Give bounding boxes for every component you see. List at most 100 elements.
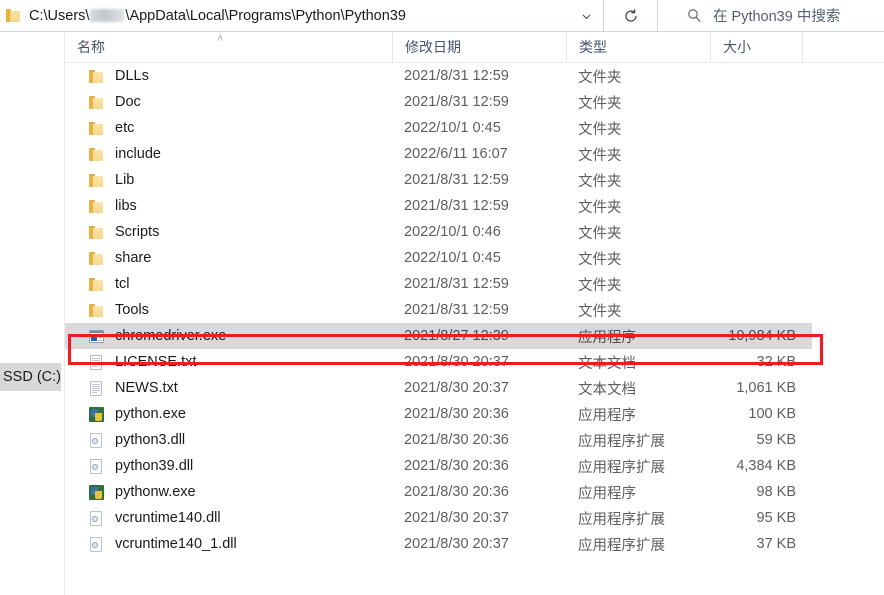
file-list-row[interactable]: tcl 2021/8/31 12:59 文件夹 [65, 271, 884, 297]
file-name-label: share [115, 250, 152, 266]
file-name-label: LICENSE.txt [115, 354, 197, 370]
file-date-cell: 2021/8/30 20:37 [404, 380, 509, 396]
file-date-cell: 2021/8/30 20:36 [404, 484, 509, 500]
file-date-cell: 2022/10/1 0:46 [404, 224, 501, 240]
refresh-icon [624, 8, 637, 22]
file-date-cell: 2021/8/31 12:59 [404, 198, 509, 214]
folder-icon [88, 302, 105, 319]
file-list-row[interactable]: DLLs 2021/8/31 12:59 文件夹 [65, 63, 884, 89]
folder-icon [88, 146, 105, 163]
file-date-cell: 2021/8/31 12:59 [404, 302, 509, 318]
address-bar[interactable]: C:\Users\ \AppData\Local\Programs\Python… [0, 0, 604, 32]
file-list-row[interactable]: NEWS.txt 2021/8/30 20:37 文本文档 1,061 KB [65, 375, 884, 401]
file-date-cell: 2022/6/11 16:07 [404, 146, 508, 162]
file-list-row[interactable]: Scripts 2022/10/1 0:46 文件夹 [65, 219, 884, 245]
file-date-cell: 2022/10/1 0:45 [404, 250, 501, 266]
file-name-label: python39.dll [115, 458, 194, 474]
file-name-label: DLLs [115, 68, 149, 84]
file-type-cell: 文件夹 [578, 95, 622, 112]
file-list-row[interactable]: etc 2022/10/1 0:45 文件夹 [65, 115, 884, 141]
folder-icon [6, 9, 20, 22]
column-header-size[interactable]: 大小 [710, 32, 802, 62]
column-header-row: 名称 ˄ 修改日期 类型 大小 [65, 32, 884, 63]
file-list-row[interactable]: python39.dll 2021/8/30 20:36 应用程序扩展 4,384 K… [65, 453, 884, 479]
column-header-date-label: 修改日期 [405, 39, 461, 55]
sidebar-item-ssd-c[interactable]: SSD (C:) [0, 363, 61, 391]
file-list-row[interactable]: Tools 2021/8/31 12:59 文件夹 [65, 297, 884, 323]
file-type-cell: 应用程序扩展 [578, 537, 665, 554]
file-name-cell: NEWS.txt [65, 380, 392, 397]
file-name-label: pythonw.exe [115, 484, 196, 500]
navigation-sidebar: SSD (C:) [0, 33, 65, 595]
file-list-row[interactable]: share 2022/10/1 0:45 文件夹 [65, 245, 884, 271]
file-type-cell: 应用程序扩展 [578, 433, 665, 450]
sidebar-item-label: SSD (C:) [3, 369, 61, 385]
file-name-cell: Tools [65, 302, 392, 319]
file-list-row[interactable]: python3.dll 2021/8/30 20:36 应用程序扩展 59 KB [65, 427, 884, 453]
file-name-label: etc [115, 120, 135, 136]
file-list-row[interactable]: LICENSE.txt 2021/8/30 20:37 文本文档 32 KB [65, 349, 884, 375]
file-list-row[interactable]: Lib 2021/8/31 12:59 文件夹 [65, 167, 884, 193]
file-name-cell: share [65, 250, 392, 267]
file-name-cell: Doc [65, 94, 392, 111]
file-type-cell: 文件夹 [578, 69, 622, 86]
file-name-cell: python3.dll [65, 432, 392, 449]
dll-icon [88, 458, 105, 475]
search-box[interactable]: 在 Python39 中搜索 [658, 0, 884, 32]
file-type-cell: 文件夹 [578, 303, 622, 320]
file-list-row[interactable]: vcruntime140_1.dll 2021/8/30 20:37 应用程序扩展 3… [65, 531, 884, 557]
file-name-cell: vcruntime140.dll [65, 510, 392, 527]
file-name-cell: tcl [65, 276, 392, 293]
file-date-cell: 2021/8/31 12:59 [404, 276, 509, 292]
file-date-cell: 2021/8/30 20:36 [404, 432, 509, 448]
file-type-cell: 文件夹 [578, 277, 622, 294]
file-size-cell: 4,384 KB [736, 458, 796, 474]
folder-icon [88, 250, 105, 267]
column-header-name[interactable]: 名称 ˄ [65, 32, 392, 62]
file-name-label: vcruntime140_1.dll [115, 536, 237, 552]
file-type-cell: 应用程序扩展 [578, 459, 665, 476]
file-name-cell: vcruntime140_1.dll [65, 536, 392, 553]
file-list-row[interactable]: chromedriver.exe 2021/8/27 12:39 应用程序 10,98… [65, 323, 812, 349]
dll-icon [88, 536, 105, 553]
file-type-cell: 应用程序 [578, 485, 636, 502]
file-size-cell: 98 KB [756, 484, 797, 500]
file-list-row[interactable]: Doc 2021/8/31 12:59 文件夹 [65, 89, 884, 115]
file-list-row[interactable]: vcruntime140.dll 2021/8/30 20:37 应用程序扩展 95 … [65, 505, 884, 531]
folder-icon [88, 120, 105, 137]
file-type-cell: 应用程序 [578, 407, 636, 424]
application-icon [88, 328, 105, 345]
file-date-cell: 2021/8/30 20:37 [404, 536, 509, 552]
file-date-cell: 2021/8/31 12:59 [404, 68, 509, 84]
file-list-row[interactable]: pythonw.exe 2021/8/30 20:36 应用程序 98 KB [65, 479, 884, 505]
explorer-toolbar: C:\Users\ \AppData\Local\Programs\Python… [0, 0, 884, 32]
file-name-label: python.exe [115, 406, 186, 422]
folder-icon [88, 198, 105, 215]
column-header-type[interactable]: 类型 [566, 32, 710, 62]
file-name-label: vcruntime140.dll [115, 510, 221, 526]
folder-icon [88, 94, 105, 111]
file-list-row[interactable]: include 2022/6/11 16:07 文件夹 [65, 141, 884, 167]
column-header-type-label: 类型 [579, 39, 607, 55]
file-name-cell: etc [65, 120, 392, 137]
chevron-down-icon[interactable] [580, 0, 593, 32]
python-icon [88, 406, 105, 423]
file-name-cell: LICENSE.txt [65, 354, 392, 371]
folder-icon [88, 224, 105, 241]
dll-icon [88, 510, 105, 527]
file-type-cell: 应用程序 [578, 329, 636, 346]
file-size-cell: 10,984 KB [728, 328, 796, 344]
file-type-cell: 文件夹 [578, 225, 622, 242]
address-redacted-username [90, 9, 125, 22]
file-name-label: Lib [115, 172, 135, 188]
column-header-date-modified[interactable]: 修改日期 [392, 32, 566, 62]
file-list[interactable]: DLLs 2021/8/31 12:59 文件夹 Doc 2021/8/31 12:59… [65, 63, 884, 563]
refresh-button[interactable] [604, 0, 658, 32]
file-size-cell: 59 KB [756, 432, 797, 448]
file-list-row[interactable]: python.exe 2021/8/30 20:36 应用程序 100 KB [65, 401, 884, 427]
address-bar-path: C:\Users\ \AppData\Local\Programs\Python… [29, 8, 406, 24]
file-name-cell: DLLs [65, 68, 392, 85]
file-name-label: Scripts [115, 224, 160, 240]
file-type-cell: 文件夹 [578, 173, 622, 190]
file-list-row[interactable]: libs 2021/8/31 12:59 文件夹 [65, 193, 884, 219]
